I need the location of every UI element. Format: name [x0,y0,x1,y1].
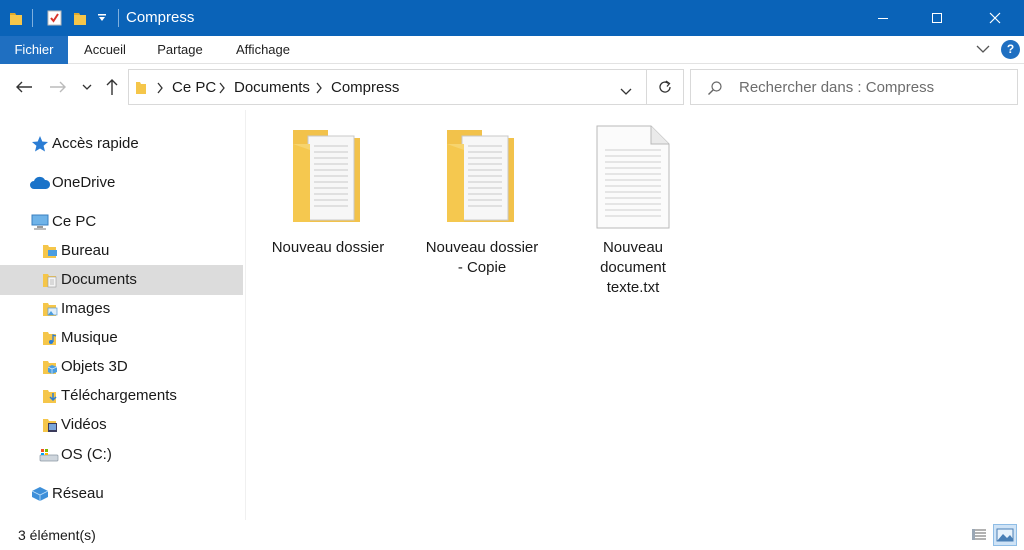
sidebar-item-label: Musique [61,329,118,346]
folder-icon [288,124,368,234]
title-bar: Compress [0,0,1024,36]
sidebar-item-os-c[interactable]: OS (C:) [0,440,243,470]
sidebar-item-label: Vidéos [61,416,107,433]
folder-icon [135,79,147,98]
sidebar-item-label: Réseau [52,485,104,502]
file-item[interactable]: Nouveau document texte.txt [558,124,708,304]
sidebar-item-label: Ce PC [52,213,97,230]
window-title: Compress [126,9,195,26]
file-name: Nouveau document texte.txt [600,239,666,296]
sidebar-item-label: Accès rapide [52,135,139,152]
breadcrumb-ce-pc[interactable]: Ce PC [172,79,216,96]
minimize-button[interactable] [860,0,906,36]
navigation-pane: Accès rapide OneDrive Ce PC Bureau Docum… [0,110,246,520]
forward-arrow-icon[interactable] [46,76,70,98]
status-bar: 3 élément(s) [0,520,1024,550]
file-list: Nouveau dossier Nouveau dossier - Copie [247,110,1024,520]
large-icons-view-icon [996,528,1014,542]
sidebar-item-images[interactable]: Images [0,294,243,324]
address-history-chevron-icon[interactable] [620,83,632,99]
videos-folder-icon [42,416,60,434]
search-placeholder: Rechercher dans : Compress [739,79,935,96]
tab-accueil[interactable]: Accueil [74,36,136,64]
recent-locations-chevron-icon[interactable] [78,76,96,98]
sidebar-item-musique[interactable]: Musique [0,323,243,353]
downloads-folder-icon [42,387,60,405]
tab-affichage[interactable]: Affichage [226,36,300,64]
breadcrumb-separator-icon[interactable] [315,81,323,97]
breadcrumb-compress[interactable]: Compress [331,79,399,96]
folder-icon[interactable] [6,0,26,36]
objects-3d-folder-icon [42,358,60,376]
maximize-button[interactable] [914,0,960,36]
breadcrumb-separator-icon[interactable] [156,81,164,97]
properties-icon[interactable] [44,0,64,36]
text-file-icon [593,124,673,234]
sidebar-item-label: Téléchargements [61,387,177,404]
sidebar-item-telechargements[interactable]: Téléchargements [0,381,243,411]
sidebar-item-label: Documents [61,271,137,288]
search-box[interactable]: Rechercher dans : Compress [690,69,1018,105]
new-folder-icon[interactable] [70,0,90,36]
breadcrumb-separator-icon[interactable] [218,81,226,97]
ribbon-tabs: Fichier Accueil Partage Affichage ? [0,36,1024,64]
item-count: 3 élément(s) [18,527,96,543]
desktop-folder-icon [42,242,60,260]
sidebar-item-bureau[interactable]: Bureau [0,236,243,266]
folder-icon [442,124,522,234]
customize-toolbar-chevron-icon[interactable] [94,0,110,36]
file-item[interactable]: Nouveau dossier - Copie [407,124,557,304]
details-view-button[interactable] [967,524,991,546]
large-icons-view-button[interactable] [993,524,1017,546]
computer-icon [30,213,50,231]
sidebar-item-label: Objets 3D [61,358,128,375]
file-name: Nouveau dossier [271,239,385,256]
help-icon[interactable]: ? [1001,40,1020,59]
close-button[interactable] [972,0,1018,36]
sidebar-item-documents[interactable]: Documents [0,265,243,295]
images-folder-icon [42,300,60,318]
details-view-icon [972,529,986,540]
expand-ribbon-chevron-icon[interactable] [975,42,991,59]
file-item[interactable]: Nouveau dossier [253,124,403,304]
sidebar-item-label: OneDrive [52,174,116,191]
sidebar-item-label: Images [61,300,111,317]
sidebar-item-videos[interactable]: Vidéos [0,410,243,440]
sidebar-item-label: OS (C:) [61,446,112,463]
sidebar-item-onedrive[interactable]: OneDrive [0,168,243,198]
sidebar-item-ce-pc[interactable]: Ce PC [0,207,243,237]
documents-folder-icon [42,271,60,289]
network-icon [30,485,50,503]
sidebar-item-reseau[interactable]: Réseau [0,479,243,509]
tab-partage[interactable]: Partage [148,36,212,64]
cloud-icon [29,174,51,192]
breadcrumb-documents[interactable]: Documents [234,79,310,96]
star-icon [31,135,49,153]
sidebar-item-label: Bureau [61,242,110,259]
refresh-button[interactable] [646,69,684,105]
address-bar[interactable]: Ce PC Documents Compress [128,69,647,105]
music-folder-icon [42,329,60,347]
file-name: Nouveau dossier - Copie [425,239,539,276]
back-arrow-icon[interactable] [12,76,36,98]
refresh-icon [658,80,671,93]
up-arrow-icon[interactable] [100,76,124,98]
tab-fichier[interactable]: Fichier [0,36,68,64]
drive-icon [38,446,60,464]
search-icon [707,80,723,99]
sidebar-item-objets-3d[interactable]: Objets 3D [0,352,243,382]
sidebar-item-acces-rapide[interactable]: Accès rapide [0,129,243,159]
